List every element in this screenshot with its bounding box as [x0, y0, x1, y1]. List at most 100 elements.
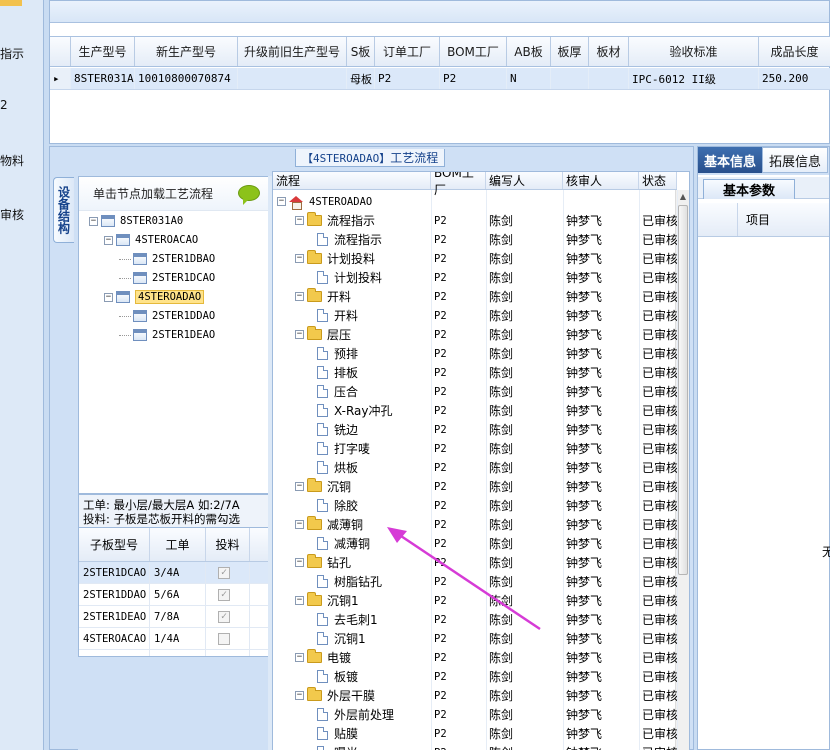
feed-checkbox[interactable] — [218, 632, 230, 645]
flow-row[interactable]: 开料 P2 陈剑 钟梦飞 已审核 — [273, 306, 677, 325]
flow-row[interactable]: − 开料 P2 陈剑 钟梦飞 已审核 — [273, 287, 677, 306]
tree-expander-icon[interactable]: − — [104, 292, 113, 302]
flow-row[interactable]: 计划投料 P2 陈剑 钟梦飞 已审核 — [273, 268, 677, 287]
tree-node[interactable]: 2STER1DCAO — [119, 269, 215, 287]
grid-cell[interactable] — [551, 68, 589, 89]
flow-column-header[interactable]: 状态 — [639, 172, 677, 189]
grid-column-header[interactable]: 新生产型号 — [135, 37, 238, 66]
grid-column-header[interactable]: AB板 — [507, 37, 551, 66]
left-nav-item-4[interactable]: 审核 — [0, 206, 24, 223]
flow-row[interactable]: 压合 P2 陈剑 钟梦飞 已审核 — [273, 382, 677, 401]
sub-table-row[interactable]: 2STER1DCAO 3/4A ✓ — [79, 562, 268, 584]
sub-table-column-header[interactable]: 工单 — [150, 528, 206, 561]
tree-node[interactable]: − 4STEROACAO — [104, 231, 198, 249]
scroll-thumb[interactable] — [678, 205, 688, 575]
grid-column-header[interactable]: BOM工厂 — [440, 37, 507, 66]
grid-column-header[interactable]: 订单工厂 — [375, 37, 440, 66]
flow-expander-icon[interactable]: − — [295, 520, 304, 529]
flow-expander-icon[interactable]: − — [277, 197, 286, 206]
grid-cell[interactable]: 8STER031A0 — [71, 68, 135, 89]
tree-expander-icon[interactable]: − — [89, 216, 98, 226]
flow-row[interactable]: 烘板 P2 陈剑 钟梦飞 已审核 — [273, 458, 677, 477]
tree-node[interactable]: 2STER1DEAO — [119, 326, 215, 344]
feed-checkbox[interactable]: ✓ — [218, 566, 230, 579]
flow-row[interactable]: 板镀 P2 陈剑 钟梦飞 已审核 — [273, 667, 677, 686]
grid-cell[interactable]: N — [507, 68, 551, 89]
flow-expander-icon[interactable]: − — [295, 216, 304, 225]
sub-table-row[interactable]: 2STER1DEAO 7/8A ✓ — [79, 606, 268, 628]
grid-cell[interactable] — [238, 68, 347, 89]
left-nav-item-2[interactable]: 2 — [0, 98, 8, 112]
flow-expander-icon[interactable]: − — [295, 330, 304, 339]
sub-table-row[interactable]: 2STER1DDAO 5/6A ✓ — [79, 584, 268, 606]
feed-checkbox[interactable]: ✓ — [218, 588, 230, 601]
grid-column-header[interactable]: 成品长度 — [759, 37, 830, 66]
left-panel-filler — [78, 657, 269, 750]
flow-expander-icon[interactable]: − — [295, 691, 304, 700]
grid-column-header[interactable]: S板 — [347, 37, 375, 66]
flow-status: 已审核 — [642, 689, 677, 703]
flow-row[interactable]: 流程指示 P2 陈剑 钟梦飞 已审核 — [273, 230, 677, 249]
left-nav-item-1[interactable]: 指示 — [0, 45, 24, 62]
vertical-tab-structure[interactable]: 设备结构 — [53, 177, 74, 243]
flow-expander-icon[interactable]: − — [295, 482, 304, 491]
grid-cell[interactable] — [589, 68, 629, 89]
tree-node[interactable]: − 8STER031A0 — [89, 212, 183, 230]
grid-column-header[interactable]: 生产型号 — [71, 37, 135, 66]
product-grid-row[interactable]: ▸ 8STER031A0 10010800070874 母板 P2 P2 N IPC-6012… — [50, 68, 830, 90]
flow-row[interactable]: − 流程指示 P2 陈剑 钟梦飞 已审核 — [273, 211, 677, 230]
grid-cell[interactable]: P2 — [375, 68, 440, 89]
flow-row[interactable]: − 电镀 P2 陈剑 钟梦飞 已审核 — [273, 648, 677, 667]
flow-expander-icon[interactable]: − — [295, 254, 304, 263]
flow-row[interactable]: 贴膜 P2 陈剑 钟梦飞 已审核 — [273, 724, 677, 743]
detail-panel: 基本信息 拓展信息 基本参数 项目 无 — [697, 146, 830, 750]
grid-cell[interactable]: P2 — [440, 68, 507, 89]
flow-row[interactable]: 打字唛 P2 陈剑 钟梦飞 已审核 — [273, 439, 677, 458]
tree-node[interactable]: − 4STEROADAO — [104, 288, 205, 306]
flow-row[interactable]: − 层压 P2 陈剑 钟梦飞 已审核 — [273, 325, 677, 344]
subtab-basic-params[interactable]: 基本参数 — [703, 179, 795, 199]
grid-column-header[interactable]: 板厚 — [551, 37, 589, 66]
sub-table-row[interactable]: 4STEROACAO 1/4A — [79, 628, 268, 650]
scroll-up-arrow-icon[interactable]: ▲ — [676, 190, 689, 204]
grid-cell[interactable]: 母板 — [347, 68, 375, 89]
grid-cell[interactable]: IPC-6012 II级 — [629, 68, 759, 89]
flow-row[interactable]: 曝光 P2陈剑钟梦飞已审核 — [273, 743, 677, 750]
flow-row[interactable]: 外层前处理 P2 陈剑 钟梦飞 已审核 — [273, 705, 677, 724]
tab-basic-info[interactable]: 基本信息 — [698, 147, 763, 173]
flow-row[interactable]: 除胶 P2 陈剑 钟梦飞 已审核 — [273, 496, 677, 515]
flow-row[interactable]: X-Ray冲孔 P2 陈剑 钟梦飞 已审核 — [273, 401, 677, 420]
flow-row[interactable]: − 沉铜 P2 陈剑 钟梦飞 已审核 — [273, 477, 677, 496]
left-nav-item-3[interactable]: 物料 — [0, 152, 24, 169]
flow-row[interactable]: 预排 P2 陈剑 钟梦飞 已审核 — [273, 344, 677, 363]
grid-column-header[interactable]: 验收标准 — [629, 37, 759, 66]
flow-row[interactable]: 排板 P2 陈剑 钟梦飞 已审核 — [273, 363, 677, 382]
tree-expander-icon[interactable]: − — [104, 235, 113, 245]
flow-expander-icon[interactable]: − — [295, 596, 304, 605]
tab-extended-info[interactable]: 拓展信息 — [762, 147, 829, 173]
flow-expander-icon[interactable]: − — [295, 558, 304, 567]
tree-node[interactable]: 2STER1DBAO — [119, 250, 215, 268]
grid-column-header[interactable]: 板材 — [589, 37, 629, 66]
flow-expander-icon[interactable]: − — [295, 292, 304, 301]
flow-column-header[interactable]: 核审人 — [563, 172, 639, 189]
flow-expander-icon[interactable]: − — [295, 653, 304, 662]
flow-row[interactable]: − 4STEROADAO — [273, 192, 677, 211]
flow-column-header[interactable]: BOM工厂 — [431, 172, 486, 197]
flow-row[interactable]: − 外层干膜 P2 陈剑 钟梦飞 已审核 — [273, 686, 677, 705]
flow-bom-factory: P2 — [434, 252, 447, 265]
flow-column-header[interactable]: 编写人 — [486, 172, 563, 189]
flow-row[interactable]: − 计划投料 P2 陈剑 钟梦飞 已审核 — [273, 249, 677, 268]
tree-node[interactable]: 2STER1DDAO — [119, 307, 215, 325]
feed-checkbox[interactable]: ✓ — [218, 610, 230, 623]
document-icon — [317, 632, 328, 645]
flow-row[interactable]: 铣边 P2 陈剑 钟梦飞 已审核 — [273, 420, 677, 439]
flow-column-header[interactable]: 流程 — [273, 172, 431, 189]
grid-cell[interactable]: 10010800070874 — [135, 68, 238, 89]
grid-cell[interactable]: 250.200 — [759, 68, 830, 89]
sub-table-column-header[interactable]: 投料 — [206, 528, 250, 561]
grid-column-header[interactable]: 升级前旧生产型号 — [238, 37, 347, 66]
sub-table-row[interactable] — [79, 650, 268, 656]
sub-table-column-header[interactable]: 子板型号 — [79, 528, 150, 561]
flow-step-label: 板镀 — [334, 670, 359, 684]
